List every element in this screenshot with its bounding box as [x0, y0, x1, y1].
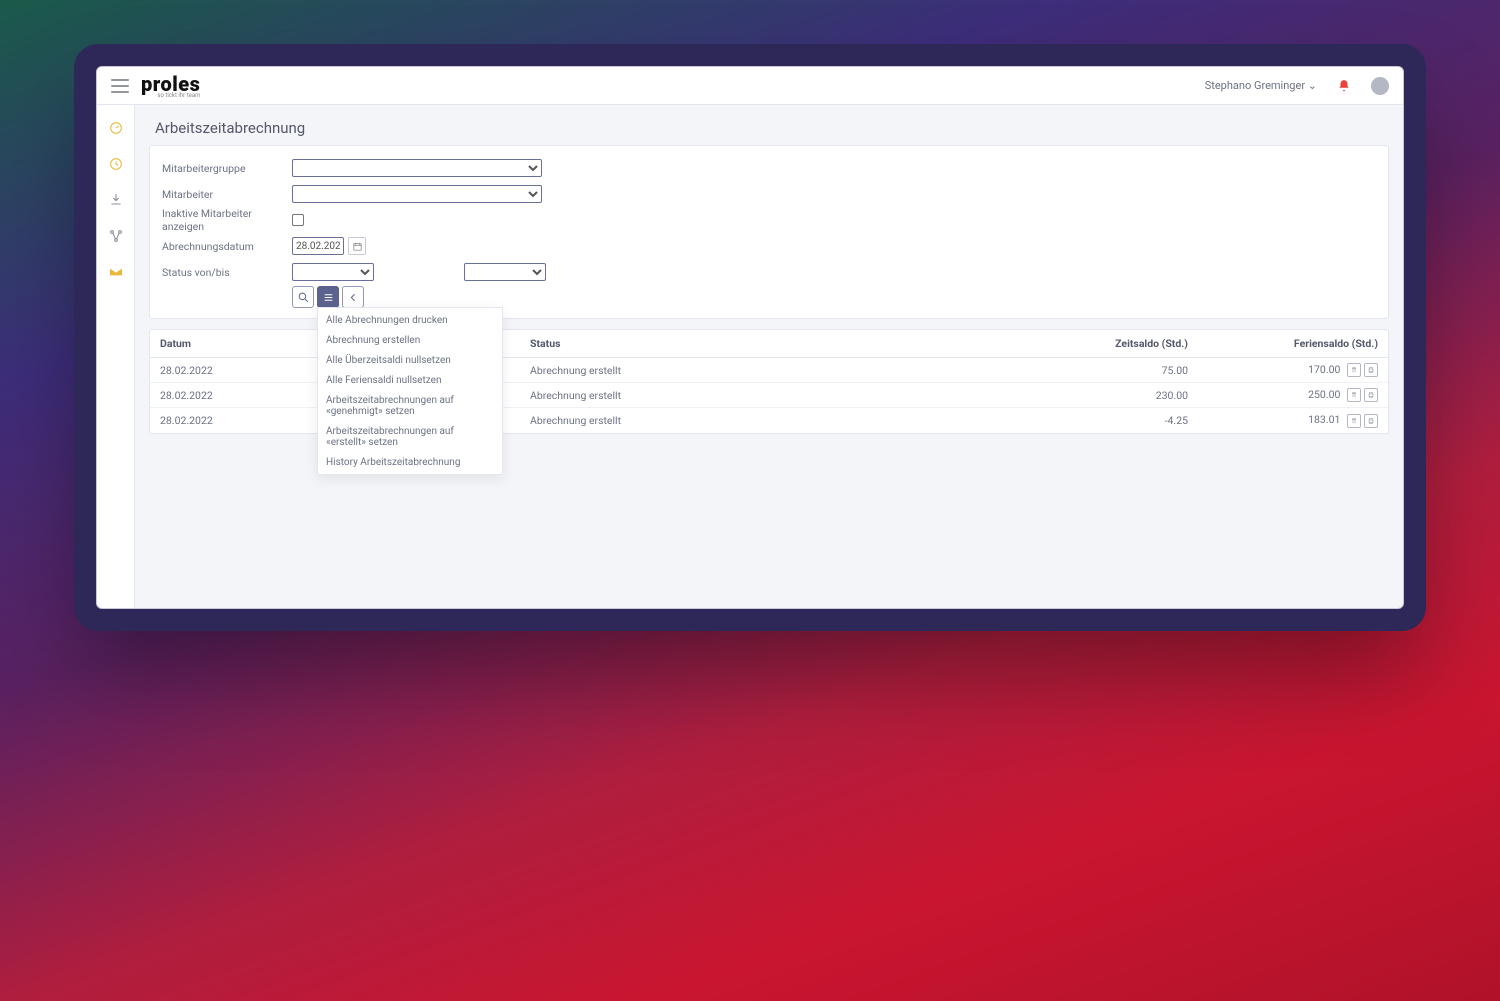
download-icon[interactable]: [107, 191, 125, 209]
top-bar: prolesso tickt ihr team Stephano Greming…: [97, 67, 1403, 105]
main-content: Arbeitszeitabrechnung Mitarbeitergruppe …: [135, 105, 1403, 608]
search-button[interactable]: [292, 286, 314, 308]
avatar[interactable]: [1371, 77, 1389, 95]
dropdown-item[interactable]: Alle Abrechnungen drucken: [318, 310, 502, 330]
bell-icon[interactable]: [1337, 79, 1351, 93]
status-from-select[interactable]: [292, 263, 374, 281]
actions-dropdown: Alle Abrechnungen druckenAbrechnung erst…: [317, 307, 503, 475]
brand-logo: prolesso tickt ihr team: [141, 72, 200, 96]
dashboard-icon[interactable]: [107, 119, 125, 137]
employee-label: Mitarbeiter: [162, 188, 292, 201]
user-menu[interactable]: Stephano Greminger ⌄: [1205, 79, 1317, 92]
dropdown-item[interactable]: History Arbeitszeitabrechnung: [318, 452, 502, 472]
status-to-select[interactable]: [464, 263, 546, 281]
col-status: Status: [520, 330, 1038, 358]
status-label: Status von/bis: [162, 266, 292, 279]
app-window: prolesso tickt ihr team Stephano Greming…: [96, 66, 1404, 609]
hamburger-icon[interactable]: [111, 79, 129, 93]
delete-icon[interactable]: [1347, 363, 1361, 377]
back-button[interactable]: [342, 286, 364, 308]
inactive-checkbox[interactable]: [292, 214, 304, 226]
inactive-label: Inaktive Mitarbeiter anzeigen: [162, 207, 292, 233]
message-icon[interactable]: [107, 263, 125, 281]
print-icon[interactable]: [1364, 363, 1378, 377]
employee-select[interactable]: [292, 185, 542, 203]
group-select[interactable]: [292, 159, 542, 177]
col-date: Datum: [150, 330, 320, 358]
print-icon[interactable]: [1364, 388, 1378, 402]
dropdown-item[interactable]: Arbeitszeitabrechnungen auf «erstellt» s…: [318, 421, 502, 452]
clock-icon[interactable]: [107, 155, 125, 173]
list-menu-button[interactable]: [317, 286, 339, 308]
delete-icon[interactable]: [1347, 414, 1361, 428]
date-input[interactable]: [292, 237, 344, 255]
calendar-icon[interactable]: [348, 237, 366, 255]
col-feriensaldo: Feriensaldo (Std.): [1198, 330, 1388, 358]
page-title: Arbeitszeitabrechnung: [149, 117, 1389, 139]
dropdown-item[interactable]: Alle Überzeitsaldi nullsetzen: [318, 350, 502, 370]
delete-icon[interactable]: [1347, 388, 1361, 402]
print-icon[interactable]: [1364, 414, 1378, 428]
filter-panel: Mitarbeitergruppe Mitarbeiter Inaktive M…: [149, 145, 1389, 319]
col-zeitsaldo: Zeitsaldo (Std.): [1038, 330, 1198, 358]
dropdown-item[interactable]: Alle Feriensaldi nullsetzen: [318, 370, 502, 390]
left-sidebar: [97, 105, 135, 608]
chevron-down-icon: ⌄: [1308, 79, 1317, 92]
date-label: Abrechnungsdatum: [162, 240, 292, 253]
dropdown-item[interactable]: Abrechnung erstellen: [318, 330, 502, 350]
network-icon[interactable]: [107, 227, 125, 245]
group-label: Mitarbeitergruppe: [162, 162, 292, 175]
dropdown-item[interactable]: Arbeitszeitabrechnungen auf «genehmigt» …: [318, 390, 502, 421]
